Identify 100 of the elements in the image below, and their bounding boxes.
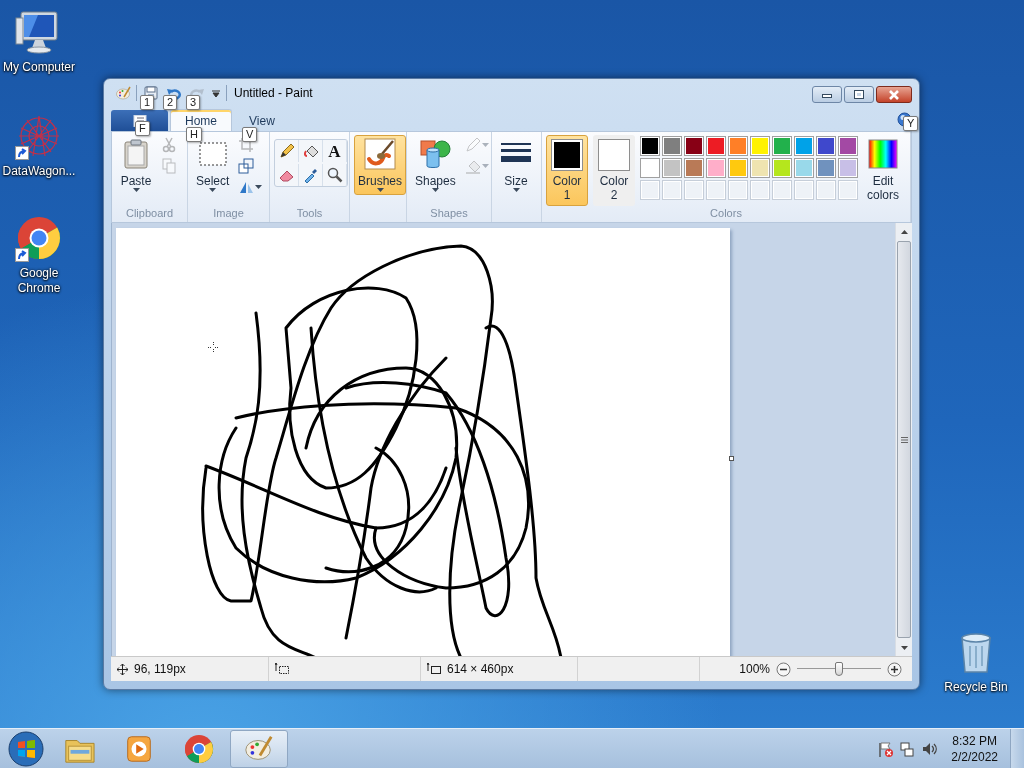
palette-swatch[interactable] — [684, 136, 704, 156]
copy-pages-icon — [161, 158, 177, 174]
drawing-canvas[interactable] — [116, 228, 730, 656]
desktop-icon-label[interactable]: Google Chrome — [0, 266, 78, 296]
text-tool-button[interactable]: A — [323, 140, 347, 162]
keytip-tooltip: 1 — [140, 95, 155, 110]
empty-palette-slot[interactable] — [794, 180, 814, 200]
palette-swatch[interactable] — [816, 158, 836, 178]
keytip-tooltip: H — [186, 127, 202, 142]
keytip-tooltip: V — [242, 127, 258, 142]
network-icon — [899, 740, 916, 757]
shapes-button[interactable]: Shapes — [411, 135, 460, 195]
group-label: Shapes — [429, 206, 469, 221]
palette-swatch[interactable] — [794, 136, 814, 156]
move-cursor-icon — [117, 663, 128, 675]
minimize-button[interactable] — [812, 86, 842, 103]
grip-icon — [900, 436, 908, 443]
palette-swatch[interactable] — [640, 136, 660, 156]
empty-palette-slot[interactable] — [662, 180, 682, 200]
keytip-tooltip: 3 — [186, 95, 201, 110]
clock[interactable]: 8:32 PM 2/2/2022 — [951, 732, 998, 765]
palette-swatch[interactable] — [662, 136, 682, 156]
group-label: Clipboard — [124, 206, 175, 221]
resize-handle[interactable] — [729, 456, 734, 461]
eyedropper-icon — [302, 167, 319, 183]
zoom-out-button[interactable] — [776, 661, 791, 677]
palette-swatch[interactable] — [838, 158, 858, 178]
palette-swatch[interactable] — [662, 158, 682, 178]
empty-palette-slot[interactable] — [684, 180, 704, 200]
keytip-tooltip: F — [135, 121, 150, 136]
clock-date: 2/2/2022 — [951, 748, 998, 765]
color-spectrum-icon — [867, 138, 899, 170]
empty-palette-slot[interactable] — [838, 180, 858, 200]
color-slot-button[interactable]: Color 1 — [546, 135, 588, 206]
restore-button[interactable] — [844, 86, 874, 103]
palette-swatch[interactable] — [750, 158, 770, 178]
customize-dropdown-icon — [211, 88, 221, 98]
desktop-icon-label[interactable]: My Computer — [1, 60, 77, 75]
empty-palette-slot[interactable] — [816, 180, 836, 200]
crop-icon — [238, 137, 255, 153]
canvas-size-icon — [427, 663, 441, 675]
size-button[interactable]: Size — [496, 135, 536, 195]
zoom-in-button[interactable] — [887, 661, 902, 677]
paste-button[interactable]: Paste — [116, 135, 156, 195]
palette-swatch[interactable] — [772, 136, 792, 156]
windows-orb-icon — [7, 729, 45, 768]
flag-warning-icon — [877, 740, 894, 757]
zoom-level: 100% — [739, 661, 770, 678]
empty-palette-slot[interactable] — [772, 180, 792, 200]
window-title: Untitled - Paint — [234, 85, 313, 102]
show-desktop-button[interactable] — [1010, 728, 1024, 768]
palette-swatch[interactable] — [706, 158, 726, 178]
palette-swatch[interactable] — [706, 136, 726, 156]
pencil-outline-icon — [464, 137, 481, 153]
chrome-icon — [183, 732, 215, 765]
chrome-icon — [15, 214, 63, 262]
close-button[interactable] — [876, 86, 912, 103]
brush-button[interactable]: Brushes — [354, 135, 407, 195]
keytip-tooltip: 2 — [163, 95, 178, 110]
paint-app-icon — [115, 85, 131, 101]
desktop-icon-label[interactable]: DataWagon... — [1, 164, 77, 179]
pencil-icon — [278, 143, 295, 159]
palette-swatch[interactable] — [750, 136, 770, 156]
empty-palette-slot[interactable] — [728, 180, 748, 200]
paint-bucket-icon — [302, 143, 319, 159]
selection-size-icon — [275, 663, 289, 675]
crosshair-cursor-icon — [208, 342, 219, 353]
keytip-tooltip: Y — [903, 116, 919, 131]
desktop-icon-label[interactable]: Recycle Bin — [938, 680, 1014, 695]
paintbrush-icon — [364, 138, 396, 170]
restore-icon — [854, 90, 864, 99]
group-label: Image — [212, 206, 245, 221]
palette-swatch[interactable] — [838, 136, 858, 156]
empty-palette-slot[interactable] — [640, 180, 660, 200]
palette-swatch[interactable] — [816, 136, 836, 156]
close-icon — [888, 89, 900, 100]
palette-swatch[interactable] — [684, 158, 704, 178]
palette-swatch[interactable] — [640, 158, 660, 178]
palette-swatch[interactable] — [728, 158, 748, 178]
group-label: Tools — [295, 206, 324, 221]
palette-swatch[interactable] — [772, 158, 792, 178]
paint-bucket-icon — [464, 158, 481, 174]
shapes-icon — [419, 138, 452, 170]
clock-time: 8:32 PM — [952, 732, 997, 749]
ribbon-tab[interactable]: Home — [170, 109, 232, 131]
canvas-size: 614 × 460px — [447, 661, 514, 678]
taskbar-button[interactable] — [230, 729, 288, 768]
zoom-slider-thumb[interactable] — [835, 662, 843, 676]
minimize-icon — [822, 91, 832, 98]
empty-palette-slot[interactable] — [750, 180, 770, 200]
color-slot-button[interactable]: Color 2 — [593, 135, 635, 206]
resize-icon — [238, 158, 255, 174]
spectrum-button[interactable]: Edit colors — [863, 135, 903, 205]
cursor-position: 96, 119px — [134, 661, 186, 678]
vertical-scrollbar[interactable] — [895, 223, 912, 656]
palette-swatch[interactable] — [728, 136, 748, 156]
empty-palette-slot[interactable] — [706, 180, 726, 200]
scroll-up-icon — [900, 229, 908, 234]
palette-swatch[interactable] — [794, 158, 814, 178]
magnifier-icon — [326, 167, 343, 183]
